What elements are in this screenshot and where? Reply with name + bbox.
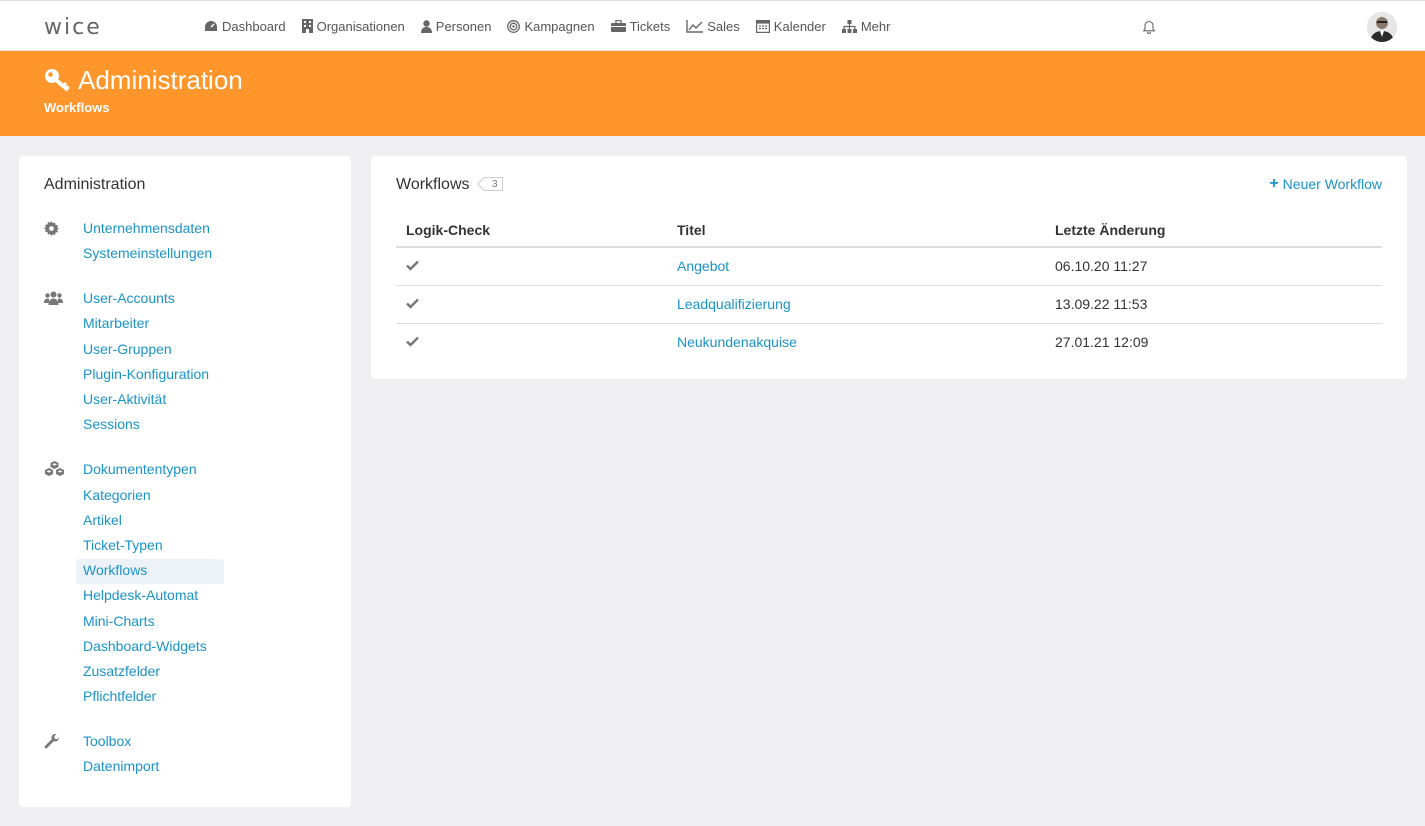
sitemap-icon <box>841 19 857 33</box>
workflow-link[interactable]: Angebot <box>677 258 729 274</box>
new-workflow-button[interactable]: + Neuer Workflow <box>1269 175 1382 193</box>
sidebar-item-plugin-konfiguration[interactable]: Plugin-Konfiguration <box>76 363 216 388</box>
nav-kampagnen-label: Kampagnen <box>524 18 595 34</box>
sidebar-item-artikel[interactable]: Artikel <box>76 509 129 534</box>
nav-kampagnen[interactable]: Kampagnen <box>507 18 595 34</box>
workflow-link[interactable]: Neukundenakquise <box>677 334 797 350</box>
date-cell: 06.10.20 11:27 <box>1045 247 1382 286</box>
sidebar-item-workflows[interactable]: Workflows <box>76 559 224 584</box>
briefcase-icon <box>610 20 626 32</box>
sidebar-item-mini-charts[interactable]: Mini-Charts <box>76 610 162 635</box>
table-row[interactable]: Leadqualifizierung 13.09.22 11:53 <box>396 285 1382 324</box>
line-chart-icon <box>686 19 704 33</box>
cubes-icon <box>44 461 65 480</box>
sidebar-item-sessions[interactable]: Sessions <box>76 413 147 438</box>
title-cell: Neukundenakquise <box>667 323 1045 361</box>
sidebar-item-helpdesk-automat[interactable]: Helpdesk-Automat <box>76 584 205 609</box>
nav-organisationen[interactable]: Organisationen <box>301 18 405 34</box>
nav-mehr[interactable]: Mehr <box>841 18 891 34</box>
top-navbar: wice Dashboard Organisationen Personen K… <box>0 0 1425 51</box>
check-icon <box>406 336 419 347</box>
sidebar-item-unternehmensdaten[interactable]: Unternehmensdaten <box>76 217 217 242</box>
admin-sidebar: Administration Unternehmensdaten Systeme… <box>19 156 351 807</box>
sidebar-item-datenimport[interactable]: Datenimport <box>76 755 166 780</box>
nav-kalender[interactable]: Kalender <box>755 18 826 34</box>
table-header-row: Logik-Check Titel Letzte Änderung <box>396 214 1382 248</box>
wrench-icon <box>44 733 60 753</box>
nav-dashboard-label: Dashboard <box>222 18 286 34</box>
nav-personen[interactable]: Personen <box>420 18 492 34</box>
count-badge: 3 <box>484 177 503 191</box>
sidebar-item-kategorien[interactable]: Kategorien <box>76 484 158 509</box>
table-row[interactable]: Angebot 06.10.20 11:27 <box>396 247 1382 286</box>
column-letzte-aenderung[interactable]: Letzte Änderung <box>1045 214 1382 248</box>
nav-personen-label: Personen <box>435 18 492 34</box>
sidebar-item-user-gruppen[interactable]: User-Gruppen <box>76 338 179 363</box>
nav-organisationen-label: Organisationen <box>316 18 405 34</box>
user-avatar[interactable] <box>1367 12 1397 42</box>
sidebar-item-mitarbeiter[interactable]: Mitarbeiter <box>76 312 156 337</box>
check-icon <box>406 260 419 271</box>
column-titel[interactable]: Titel <box>667 214 1045 248</box>
sidebar-item-toolbox[interactable]: Toolbox <box>76 730 138 755</box>
wice-logo[interactable]: wice <box>44 15 102 40</box>
nav-tickets[interactable]: Tickets <box>610 18 671 34</box>
sidebar-item-pflichtfelder[interactable]: Pflichtfelder <box>76 685 163 710</box>
nav-kalender-label: Kalender <box>773 18 826 34</box>
workflows-table: Logik-Check Titel Letzte Änderung Angebo… <box>396 214 1382 361</box>
panel-title: Workflows <box>396 176 470 193</box>
key-icon <box>44 68 70 95</box>
logik-check-cell <box>396 323 667 361</box>
sidebar-item-systemeinstellungen[interactable]: Systemeinstellungen <box>76 242 219 267</box>
workflow-link[interactable]: Leadqualifizierung <box>677 296 791 312</box>
logik-check-cell <box>396 247 667 286</box>
logik-check-cell <box>396 285 667 324</box>
sidebar-title: Administration <box>44 176 146 193</box>
sidebar-item-user-aktivitaet[interactable]: User-Aktivität <box>76 388 173 413</box>
column-logik-check[interactable]: Logik-Check <box>396 214 667 248</box>
calendar-icon <box>755 20 770 33</box>
main-nav: Dashboard Organisationen Personen Kampag… <box>204 1 906 51</box>
nav-sales[interactable]: Sales <box>686 19 740 34</box>
title-cell: Leadqualifizierung <box>667 285 1045 324</box>
plus-icon: + <box>1269 175 1279 192</box>
title-cell: Angebot <box>667 247 1045 286</box>
person-icon <box>420 19 432 33</box>
page-subtitle: Workflows <box>44 100 110 115</box>
nav-tickets-label: Tickets <box>629 18 671 34</box>
building-icon <box>301 19 313 33</box>
date-cell: 13.09.22 11:53 <box>1045 285 1382 324</box>
sidebar-item-dashboard-widgets[interactable]: Dashboard-Widgets <box>76 635 214 660</box>
sidebar-item-ticket-typen[interactable]: Ticket-Typen <box>76 534 170 559</box>
bell-icon[interactable] <box>1142 20 1156 37</box>
nav-sales-label: Sales <box>707 18 740 34</box>
target-icon <box>507 19 521 33</box>
page-title: Administration <box>78 65 243 95</box>
sidebar-item-user-accounts[interactable]: User-Accounts <box>76 287 182 312</box>
new-workflow-label: Neuer Workflow <box>1282 176 1382 192</box>
sidebar-item-zusatzfelder[interactable]: Zusatzfelder <box>76 660 167 685</box>
workflows-panel: Workflows 3 + Neuer Workflow Logik-Check… <box>371 156 1407 379</box>
sidebar-item-dokumententypen[interactable]: Dokumententypen <box>76 458 204 483</box>
nav-mehr-label: Mehr <box>860 18 891 34</box>
dashboard-icon <box>205 21 217 31</box>
check-icon <box>406 298 419 309</box>
table-row[interactable]: Neukundenakquise 27.01.21 12:09 <box>396 323 1382 361</box>
nav-dashboard[interactable]: Dashboard <box>204 19 286 34</box>
users-icon <box>44 291 63 308</box>
gear-icon <box>44 221 59 239</box>
date-cell: 27.01.21 12:09 <box>1055 334 1149 351</box>
page-header: Administration Workflows <box>0 51 1425 136</box>
